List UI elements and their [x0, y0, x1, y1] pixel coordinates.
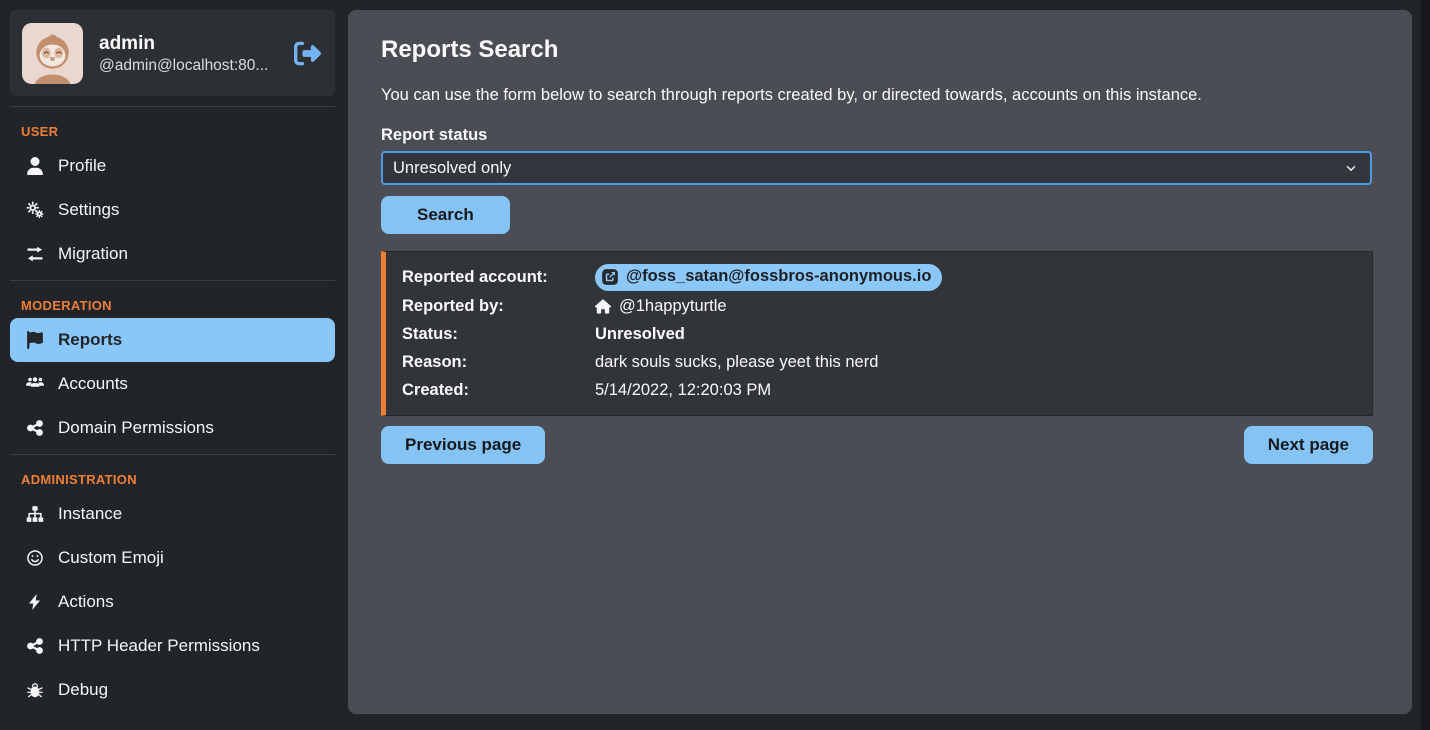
created-value: 5/14/2022, 12:20:03 PM	[595, 379, 1356, 403]
user-handle: @admin@localhost:80...	[99, 57, 278, 75]
flag-icon	[25, 331, 45, 349]
status-value: Unresolved	[595, 323, 1356, 347]
section-label-user: USER	[21, 124, 345, 139]
sidebar-item-domain-permissions[interactable]: Domain Permissions	[0, 406, 345, 450]
reported-by-label: Reported by:	[402, 295, 595, 319]
report-status-selected-value: Unresolved only	[393, 159, 511, 178]
bolt-icon	[25, 593, 45, 611]
reported-account-value: @foss_satan@fossbros-anonymous.io	[595, 264, 1356, 291]
sidebar-item-instance[interactable]: Instance	[0, 492, 345, 536]
sidebar-item-actions[interactable]: Actions	[0, 580, 345, 624]
reported-by-handle: @1happyturtle	[619, 295, 727, 319]
reported-account-badge[interactable]: @foss_satan@fossbros-anonymous.io	[595, 264, 942, 291]
user-card: admin @admin@localhost:80...	[10, 10, 335, 96]
bug-icon	[25, 681, 45, 699]
pagination: Previous page Next page	[381, 426, 1373, 464]
chevron-down-icon	[1344, 161, 1358, 175]
user-meta: admin @admin@localhost:80...	[99, 31, 278, 75]
reported-by-value[interactable]: @1happyturtle	[595, 295, 1356, 319]
section-label-moderation: MODERATION	[21, 298, 345, 313]
sidebar-item-label: Accounts	[58, 374, 128, 394]
next-page-button[interactable]: Next page	[1244, 426, 1373, 464]
user-icon	[25, 157, 45, 175]
external-link-icon	[601, 268, 619, 286]
report-status-select[interactable]: Unresolved only	[381, 151, 1372, 185]
sidebar-item-profile[interactable]: Profile	[0, 144, 345, 188]
share-nodes-icon	[25, 419, 45, 437]
sidebar-item-label: Instance	[58, 504, 122, 524]
status-label: Status:	[402, 323, 595, 347]
divider	[10, 280, 335, 281]
created-label: Created:	[402, 379, 595, 403]
main-panel: Reports Search You can use the form belo…	[348, 10, 1412, 714]
sidebar-item-reports[interactable]: Reports	[10, 318, 335, 362]
smile-icon	[25, 549, 45, 567]
house-icon	[595, 299, 611, 314]
sidebar-item-label: HTTP Header Permissions	[58, 636, 260, 656]
sidebar-item-label: Migration	[58, 244, 128, 264]
section-label-administration: ADMINISTRATION	[21, 472, 345, 487]
sidebar-item-settings[interactable]: Settings	[0, 188, 345, 232]
divider	[10, 106, 335, 107]
reported-account-handle: @foss_satan@fossbros-anonymous.io	[626, 265, 931, 289]
previous-page-button[interactable]: Previous page	[381, 426, 545, 464]
sitemap-icon	[25, 505, 45, 523]
page-title: Reports Search	[381, 36, 1372, 64]
sidebar-item-label: Settings	[58, 200, 119, 220]
sidebar-item-label: Domain Permissions	[58, 418, 214, 438]
sidebar-item-label: Reports	[58, 330, 122, 350]
reason-label: Reason:	[402, 351, 595, 375]
sidebar-item-http-header-permissions[interactable]: HTTP Header Permissions	[0, 624, 345, 668]
sidebar-item-label: Profile	[58, 156, 106, 176]
right-left-arrows-icon	[25, 245, 45, 263]
page-description: You can use the form below to search thr…	[381, 86, 1372, 105]
sign-out-icon[interactable]	[294, 40, 321, 67]
share-nodes-icon	[25, 637, 45, 655]
report-card[interactable]: Reported account: @foss_satan@fossbros-a…	[381, 251, 1373, 416]
reported-account-label: Reported account:	[402, 266, 595, 290]
sidebar-item-debug[interactable]: Debug	[0, 668, 345, 712]
sidebar-item-custom-emoji[interactable]: Custom Emoji	[0, 536, 345, 580]
sidebar: admin @admin@localhost:80... USER Profil…	[0, 0, 345, 730]
users-icon	[25, 375, 45, 393]
sidebar-item-label: Custom Emoji	[58, 548, 164, 568]
avatar	[22, 23, 83, 84]
divider	[10, 454, 335, 455]
report-status-label: Report status	[381, 126, 1372, 145]
search-button[interactable]: Search	[381, 196, 510, 234]
sidebar-item-accounts[interactable]: Accounts	[0, 362, 345, 406]
sidebar-item-label: Debug	[58, 680, 108, 700]
gears-icon	[25, 201, 45, 219]
sidebar-item-migration[interactable]: Migration	[0, 232, 345, 276]
sloth-avatar-icon	[22, 23, 83, 84]
vertical-scrollbar[interactable]	[1421, 0, 1430, 730]
sidebar-item-label: Actions	[58, 592, 114, 612]
user-name: admin	[99, 31, 278, 57]
reason-value: dark souls sucks, please yeet this nerd	[595, 351, 1356, 375]
